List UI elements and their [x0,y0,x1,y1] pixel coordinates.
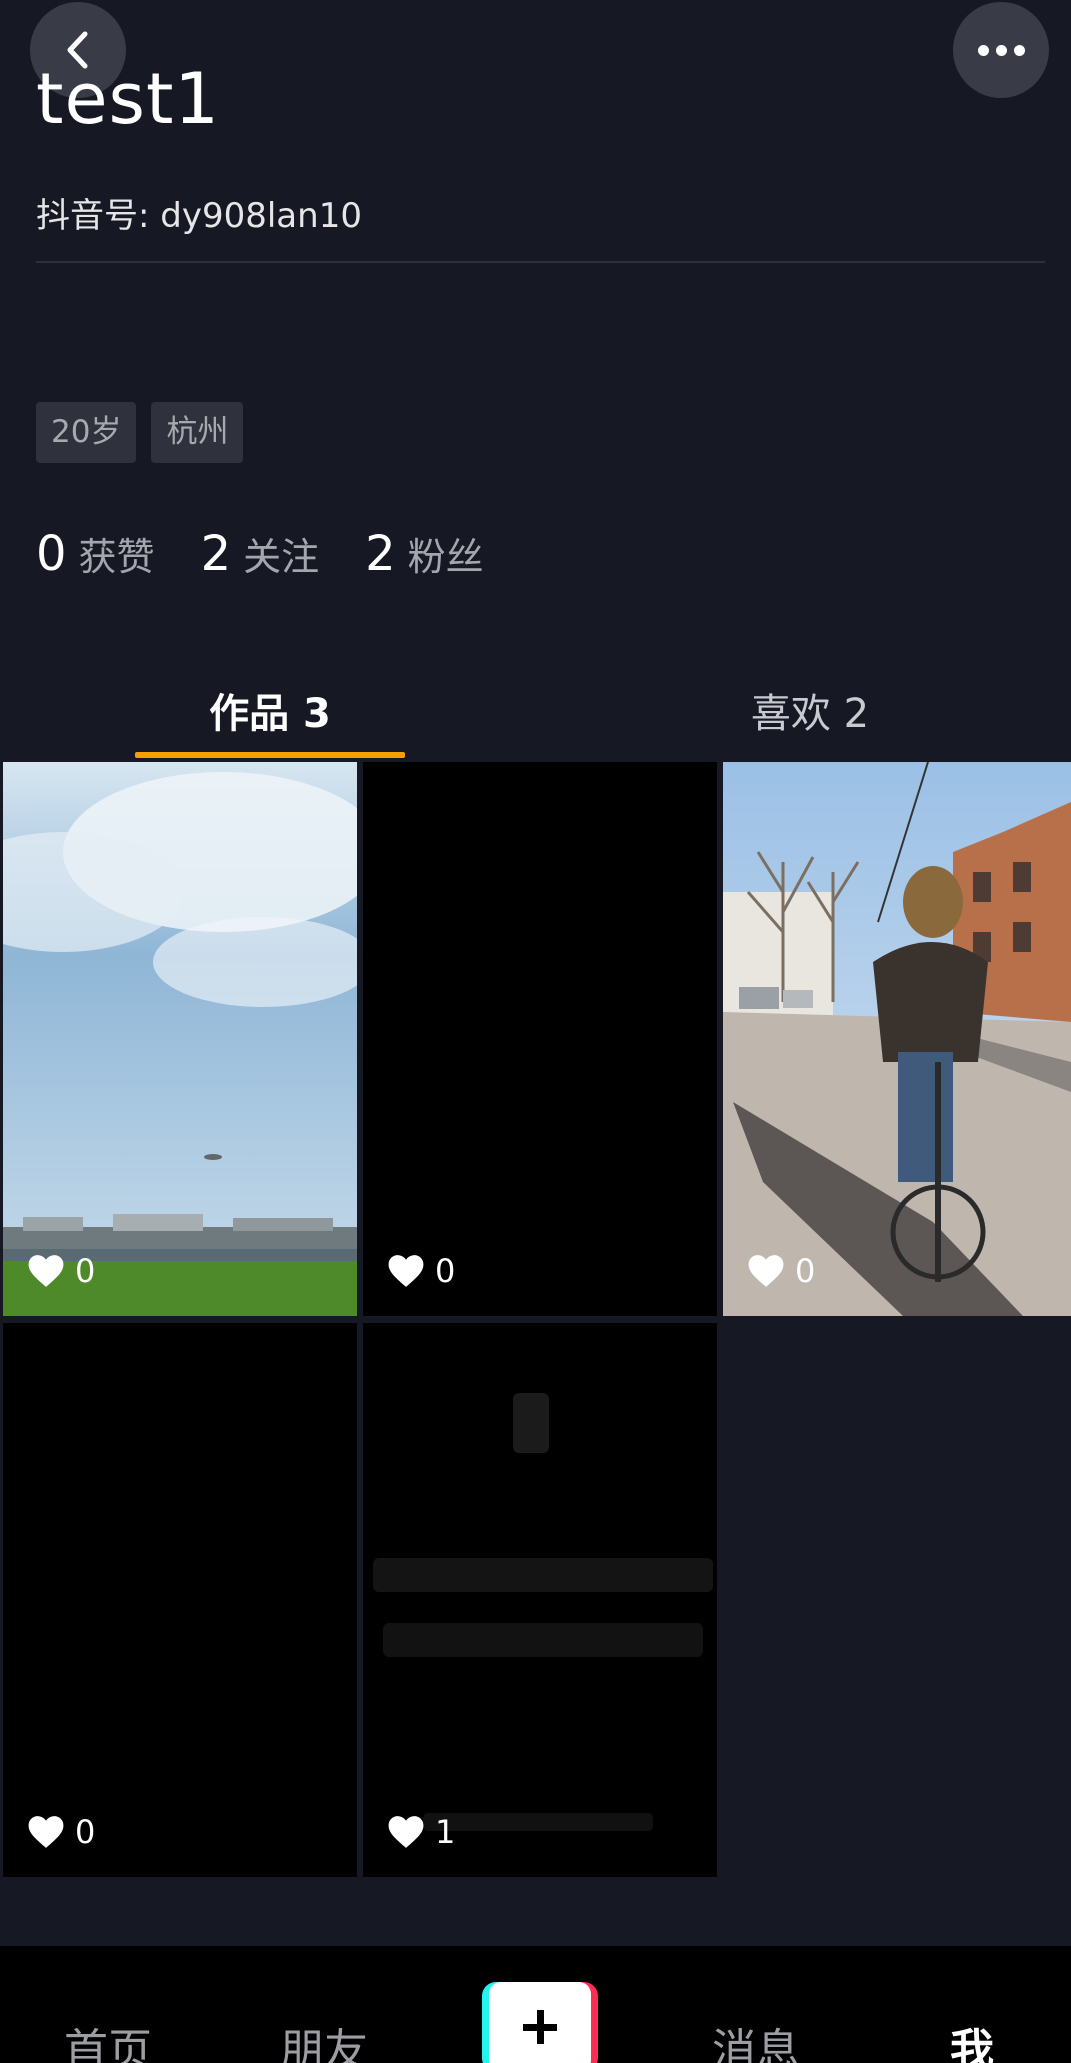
divider [36,261,1045,263]
tab-likes[interactable]: 喜欢 2 [675,660,945,760]
nav-friends[interactable]: 朋友 [280,2014,368,2063]
stat-label: 关注 [243,535,320,579]
heart-icon [28,1255,64,1287]
more-dots-icon [977,44,1025,56]
heart-icon [748,1255,784,1287]
like-count: 0 [747,1252,815,1290]
create-button[interactable] [482,1982,598,2063]
video-thumbnail[interactable]: 1 [363,1323,717,1877]
like-count-value: 1 [435,1813,456,1851]
like-count-value: 0 [75,1813,96,1851]
video-thumbnail-image [723,762,1071,1316]
video-thumbnail[interactable]: 0 [3,762,357,1316]
location-tag: 杭州 [151,402,244,463]
video-thumbnail-image [363,1323,717,1877]
age-tag: 20岁 [36,402,137,463]
stat-followers[interactable]: 2 粉丝 [365,526,484,582]
active-tab-indicator [135,752,405,758]
like-count: 0 [27,1813,95,1851]
douyin-id: 抖音号: dy908lan10 [36,196,362,236]
profile-stats: 0 获赞 2 关注 2 粉丝 [36,526,530,582]
stat-number: 0 [36,526,67,582]
stat-following[interactable]: 2 关注 [201,526,320,582]
video-thumbnail-image [3,762,357,1316]
tab-works[interactable]: 作品 3 [135,660,405,760]
like-count: 0 [387,1252,455,1290]
nav-messages[interactable]: 消息 [712,2014,800,2063]
video-thumbnail[interactable]: 0 [363,762,717,1316]
plus-icon [489,1982,591,2063]
heart-icon [28,1816,64,1848]
like-count-value: 0 [435,1252,456,1290]
like-count: 0 [27,1252,95,1290]
nav-home[interactable]: 首页 [64,2014,152,2063]
profile-tabs: 作品 3 喜欢 2 [0,660,1071,760]
video-thumbnail[interactable]: 0 [723,762,1071,1316]
profile-tags: 20岁 杭州 [36,402,244,463]
profile-username: test1 [36,58,220,140]
like-count-value: 0 [795,1252,816,1290]
heart-icon [388,1816,424,1848]
like-count-value: 0 [75,1252,96,1290]
heart-icon [388,1255,424,1287]
bottom-nav: 首页 朋友 消息 我 [0,1946,1071,2063]
nav-me[interactable]: 我 [950,2014,994,2063]
stat-label: 获赞 [78,535,155,579]
video-thumbnail[interactable]: 0 [3,1323,357,1877]
stat-label: 粉丝 [407,535,484,579]
like-count: 1 [387,1813,455,1851]
stat-number: 2 [200,526,232,582]
more-button[interactable] [953,2,1049,98]
stat-number: 2 [365,526,396,582]
stat-likes-received[interactable]: 0 获赞 [36,526,155,582]
